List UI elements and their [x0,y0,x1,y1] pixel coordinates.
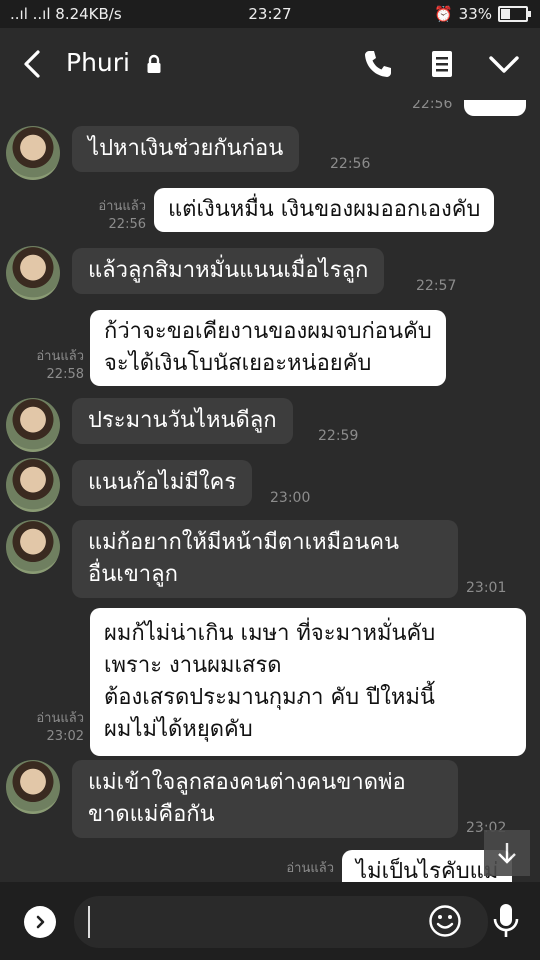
microphone-icon[interactable] [492,902,520,940]
read-label: อ่านแล้ว [286,861,334,876]
status-bar: ..ıl ..ıl 8.24KB/s 23:27 ⏰ 33% [0,0,540,28]
message-bubble-outgoing[interactable] [464,100,526,116]
message-time: 22:56 [412,100,453,112]
contact-avatar[interactable] [6,398,60,452]
contact-avatar[interactable] [6,760,60,814]
message-time: 23:00 [270,490,311,506]
message-input-bar [0,882,540,960]
arrow-down-icon [498,843,516,864]
emoji-icon[interactable] [428,904,462,938]
message-input[interactable] [74,896,488,948]
message-text-line: ผมไม่ได้หยุดคับ [104,717,253,742]
message-text-line: อื่นเขาลูก [88,562,178,587]
message-time: 22:59 [318,428,359,444]
message-text-line: แม่เข้าใจลูกสองคนต่างคนขาดพ่อ [88,770,406,795]
phone-icon[interactable] [360,46,396,82]
scroll-to-bottom-button[interactable] [484,830,530,876]
text-caret [88,906,90,938]
contact-avatar[interactable] [6,520,60,574]
chevron-down-icon[interactable] [486,46,522,82]
message-text-line: แม่ก้อยากให้มีหน้ามีตาเหมือนคน [88,530,400,555]
message-text-line: ผมก้ไม่น่าเกิน เมษา ที่จะมาหมั่นคับ [104,621,436,646]
message-bubble-incoming[interactable]: ไปหาเงินช่วยกันก่อน [72,126,300,172]
read-label: อ่านแล้ว [98,199,146,214]
menu-icon[interactable] [424,46,460,82]
expand-button[interactable] [24,906,56,938]
contact-avatar[interactable] [6,246,60,300]
message-time: 22:57 [416,278,457,294]
message-bubble-incoming[interactable]: แนนก้อไม่มีใคร [72,460,253,506]
message-time: 22:56 [330,156,371,172]
read-receipt: อ่านแล้ว 22:56 [80,198,146,234]
lock-icon [147,54,161,73]
message-text: แนนก้อไม่มีใคร [88,470,237,495]
battery-icon [498,6,531,22]
message-text-line: เพราะ งานผมเสรด [104,653,282,678]
message-time: 22:58 [46,367,84,382]
message-time: 23:02 [46,729,84,744]
contact-avatar[interactable] [6,458,60,512]
message-time: 23:01 [466,580,507,596]
chat-history[interactable]: 22:56 ไปหาเงินช่วยกันก่อน 22:56 อ่านแล้ว… [0,100,540,882]
message-bubble-incoming[interactable]: ประมานวันไหนดีลูก [72,398,293,444]
message-text: ไปหาเงินช่วยกันก่อน [88,136,284,161]
read-receipt: อ่านแล้ว 22:58 [18,348,84,384]
back-icon[interactable] [18,46,48,82]
status-right: ⏰ 33% [433,5,531,23]
message-bubble-outgoing[interactable]: แต่เงินหมื่น เงินของผมออกเองคับ [154,188,495,232]
message-bubble-outgoing[interactable]: ผมก้ไม่น่าเกิน เมษา ที่จะมาหมั่นคับ เพรา… [90,608,526,756]
message-text-line: จะได้เงินโบนัสเยอะหน่อยคับ [104,351,372,376]
message-text-line: ก้ว่าจะขอเคียงานของผมจบก่อนคับ [104,319,432,344]
message-text-line: ต้องเสรดประมานกุมภา คับ ปีใหม่นี้ [104,685,435,710]
read-receipt: อ่านแล้ว [268,860,334,878]
message-bubble-outgoing[interactable]: ก้ว่าจะขอเคียงานของผมจบก่อนคับ จะได้เงิน… [90,310,446,386]
contact-avatar[interactable] [6,126,60,180]
message-text: ไม่เป็นไรคับแม่ [356,859,499,882]
message-bubble-incoming[interactable]: แม่ก้อยากให้มีหน้ามีตาเหมือนคน อื่นเขาลู… [72,520,458,598]
battery-percent: 33% [458,5,492,23]
message-text: ประมานวันไหนดีลูก [88,408,277,433]
message-bubble-incoming[interactable]: แล้วลูกสิมาหมั่นแนนเมื่อไรลูก [72,248,385,294]
message-time: 22:56 [108,217,146,232]
message-text: แล้วลูกสิมาหมั่นแนนเมื่อไรลูก [88,258,369,283]
message-bubble-incoming[interactable]: แม่เข้าใจลูกสองคนต่างคนขาดพ่อ ขาดแม่คือก… [72,760,458,838]
message-text-line: ขาดแม่คือกัน [88,802,215,827]
read-receipt: อ่านแล้ว 23:02 [18,710,84,746]
expand-icon [36,915,45,929]
alarm-icon: ⏰ [433,5,453,23]
read-label: อ่านแล้ว [36,711,84,726]
read-label: อ่านแล้ว [36,349,84,364]
contact-name: Phuri [66,48,130,77]
message-text: แต่เงินหมื่น เงินของผมออกเองคับ [168,197,481,222]
chat-header: Phuri [0,28,540,100]
